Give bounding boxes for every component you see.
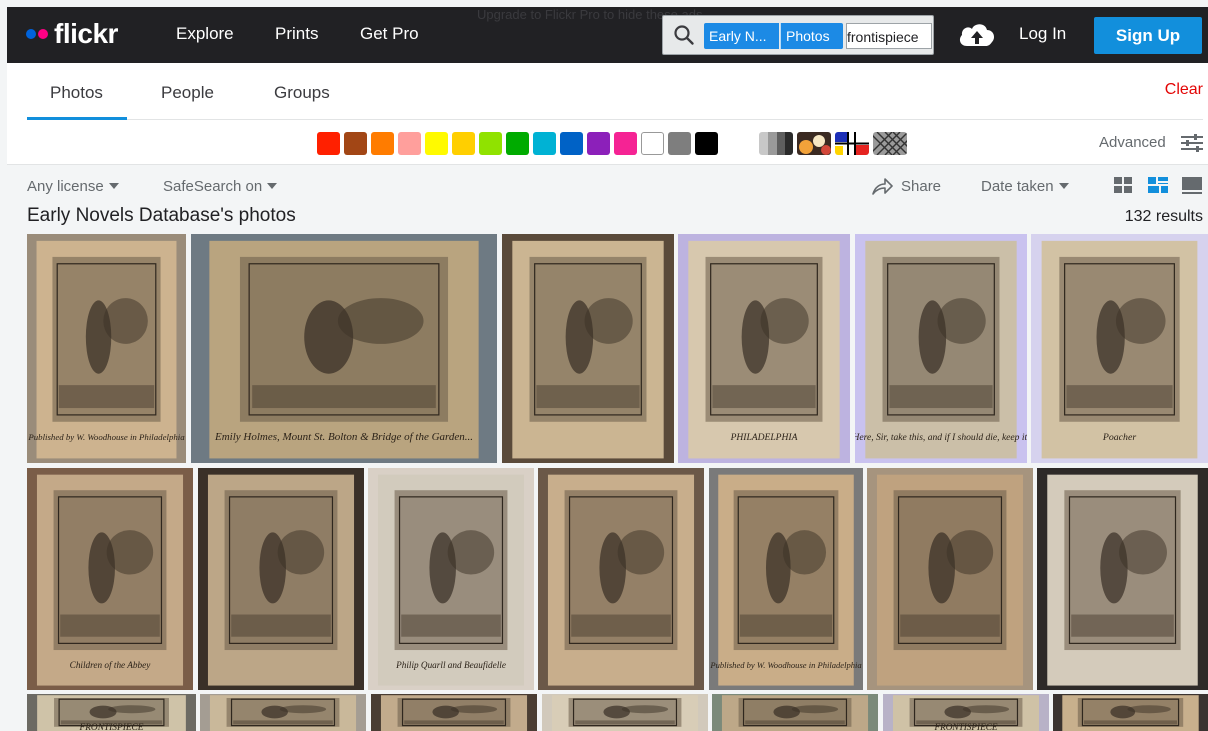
- photo-poacher-scene[interactable]: Poacher: [1031, 234, 1208, 463]
- chevron-down-icon: [267, 183, 278, 189]
- photo-tropical-scene[interactable]: [502, 234, 674, 463]
- photo-row3-2[interactable]: [200, 694, 366, 731]
- photo-philip-quarll[interactable]: Philip Quarll and Beaufidelle: [368, 468, 534, 690]
- color-swatch-9[interactable]: [533, 132, 556, 155]
- search-icon[interactable]: [673, 24, 695, 46]
- tab-divider: [27, 119, 1203, 120]
- search-box[interactable]: Early N... Photos frontispiece: [662, 15, 934, 55]
- logo-wordmark: flickr: [54, 18, 118, 49]
- safesearch-dropdown[interactable]: SafeSearch on: [163, 178, 278, 195]
- license-label: Any license: [27, 178, 104, 195]
- search-scope-chip-photos[interactable]: Photos: [780, 23, 843, 49]
- search-filter-panel: Photos People Groups Clear Advanced: [7, 63, 1208, 165]
- photo-bedroom-scene[interactable]: Here, Sir, take this, and if I should di…: [855, 234, 1027, 463]
- upload-cloud-icon[interactable]: [957, 21, 997, 49]
- photo-man-with-umbrella-2[interactable]: Published by W. Woodhouse in Philadelphi…: [709, 468, 863, 690]
- photo-reclining-figure[interactable]: [198, 468, 364, 690]
- photo-landscape-print[interactable]: [1037, 468, 1208, 690]
- color-swatch-3[interactable]: [371, 132, 394, 155]
- single-view-icon[interactable]: [1181, 175, 1203, 195]
- sort-label: Date taken: [981, 178, 1054, 195]
- color-swatch-7[interactable]: [479, 132, 502, 155]
- sliders-icon[interactable]: [1180, 132, 1204, 154]
- color-swatch-10[interactable]: [560, 132, 583, 155]
- sort-dropdown[interactable]: Date taken: [981, 178, 1069, 195]
- color-swatch-4[interactable]: [398, 132, 421, 155]
- logo-pink-dot: [38, 29, 48, 39]
- share-button[interactable]: Share: [901, 178, 941, 195]
- photo-frontispiece-1[interactable]: FRONTISPIECE: [27, 694, 196, 731]
- top-navigation-bar: Upgrade to Flickr Pro to hide these ads …: [7, 7, 1208, 63]
- license-dropdown[interactable]: Any license: [27, 178, 119, 195]
- photo-caption: FRONTISPIECE: [78, 723, 143, 731]
- photo-row3-7[interactable]: [1053, 694, 1208, 731]
- nav-explore[interactable]: Explore: [176, 24, 234, 44]
- tab-groups[interactable]: Groups: [274, 83, 330, 103]
- photo-man-with-umbrella[interactable]: Published by W. Woodhouse in Philadelphi…: [27, 234, 186, 463]
- advanced-search-link[interactable]: Advanced: [1099, 134, 1166, 151]
- photo-cave-scene[interactable]: [867, 468, 1033, 690]
- color-swatch-15[interactable]: [695, 132, 718, 155]
- share-icon[interactable]: [871, 176, 893, 196]
- color-swatch-13[interactable]: [641, 132, 664, 155]
- tab-photos[interactable]: Photos: [50, 83, 103, 103]
- login-link[interactable]: Log In: [1019, 24, 1066, 44]
- flickr-page: Upgrade to Flickr Pro to hide these ads …: [7, 7, 1208, 731]
- signup-button[interactable]: Sign Up: [1094, 17, 1202, 54]
- style-filter-black-and-white[interactable]: [759, 132, 793, 155]
- style-filter-shallow-depth-of-field[interactable]: [797, 132, 831, 155]
- color-swatch-12[interactable]: [614, 132, 637, 155]
- search-scope-chip-group[interactable]: Early N...: [704, 23, 779, 49]
- active-tab-indicator: [27, 117, 127, 120]
- style-filter-patterns[interactable]: [873, 132, 907, 155]
- safesearch-label: SafeSearch on: [163, 178, 263, 195]
- page-title: Early Novels Database's photos: [27, 205, 296, 226]
- color-swatch-6[interactable]: [452, 132, 475, 155]
- flickr-logo[interactable]: flickr: [26, 17, 118, 51]
- photo-row3-4[interactable]: [542, 694, 708, 731]
- photo-children-of-the-abbey[interactable]: Children of the Abbey: [27, 468, 193, 690]
- photo-row3-3[interactable]: [371, 694, 537, 731]
- photo-philadelphia-title[interactable]: PHILADELPHIA: [678, 234, 850, 463]
- photo-row3-5[interactable]: [712, 694, 878, 731]
- clear-filters-link[interactable]: Clear: [1165, 81, 1203, 99]
- color-swatch-14[interactable]: [668, 132, 691, 155]
- photo-bedside-scene[interactable]: [538, 468, 704, 690]
- photo-frontispiece-2[interactable]: FRONTISPIECE: [883, 694, 1049, 731]
- logo-blue-dot: [26, 29, 36, 39]
- style-filter-minimalist[interactable]: [835, 132, 869, 155]
- results-count: 132 results: [1124, 208, 1203, 225]
- photo-caption: FRONTISPIECE: [934, 722, 998, 731]
- photo-caption: Children of the Abbey: [70, 660, 152, 670]
- photo-caption: Emily Holmes, Mount St. Bolton & Bridge …: [214, 431, 473, 443]
- color-swatch-5[interactable]: [425, 132, 448, 155]
- photo-caption: Published by W. Woodhouse in Philadelphi…: [709, 660, 861, 670]
- tab-people[interactable]: People: [161, 83, 214, 103]
- color-swatch-11[interactable]: [587, 132, 610, 155]
- search-input[interactable]: frontispiece: [846, 23, 932, 49]
- photo-caption: PHILADELPHIA: [730, 432, 798, 443]
- justified-view-icon[interactable]: [1147, 175, 1169, 195]
- photo-caption: Here, Sir, take this, and if I should di…: [855, 432, 1027, 443]
- color-swatch-2[interactable]: [344, 132, 367, 155]
- color-swatch-1[interactable]: [317, 132, 340, 155]
- chevron-down-icon: [108, 183, 119, 189]
- chevron-down-icon: [1058, 183, 1069, 189]
- photo-emily-hobson-print[interactable]: Emily Holmes, Mount St. Bolton & Bridge …: [191, 234, 497, 463]
- nav-get-pro[interactable]: Get Pro: [360, 24, 419, 44]
- grid-view-icon[interactable]: [1113, 175, 1135, 195]
- color-swatch-8[interactable]: [506, 132, 529, 155]
- photo-caption: Poacher: [1102, 432, 1136, 443]
- nav-prints[interactable]: Prints: [275, 24, 318, 44]
- photo-caption: Published by W. Woodhouse in Philadelphi…: [27, 432, 185, 442]
- photo-caption: Philip Quarll and Beaufidelle: [395, 660, 506, 670]
